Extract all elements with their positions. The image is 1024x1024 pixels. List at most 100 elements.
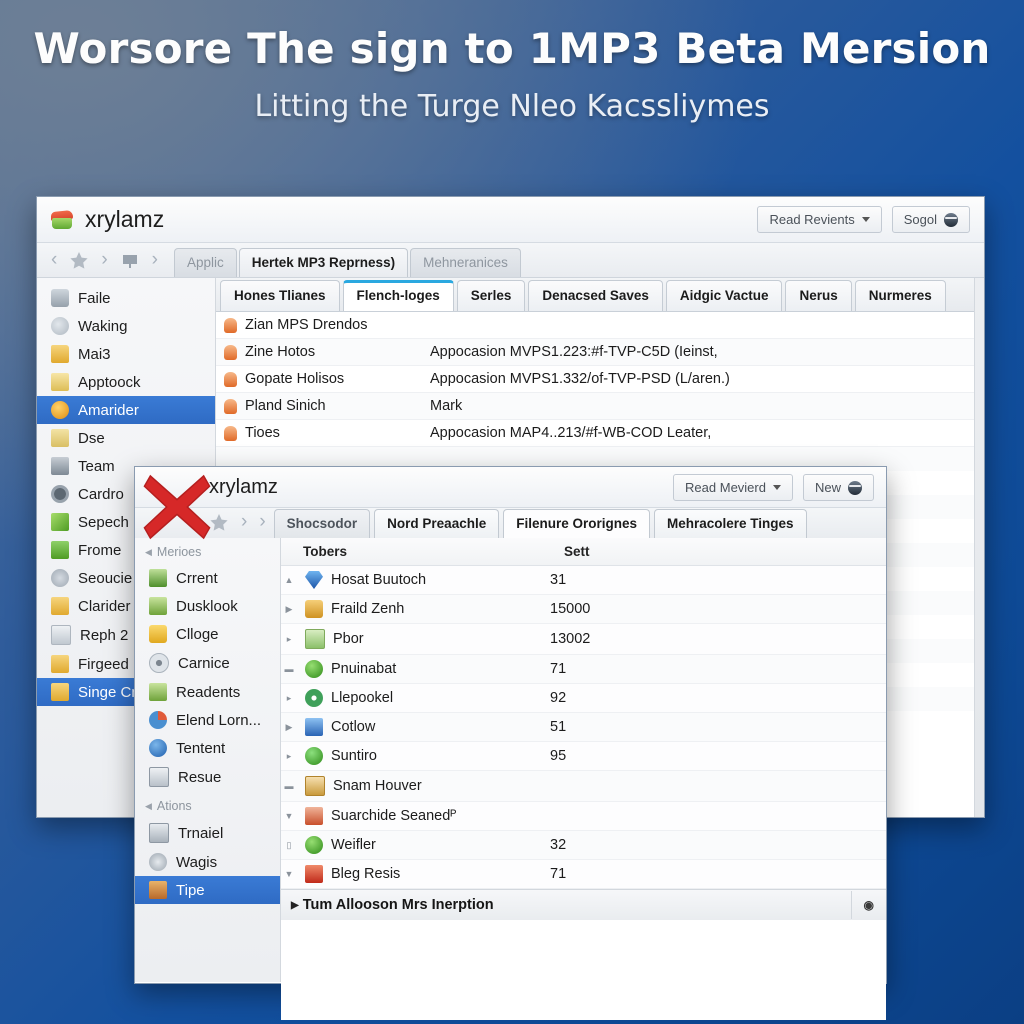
sidebar-item-dse[interactable]: Dse bbox=[37, 424, 215, 452]
chevron-right-icon[interactable]: ▶ bbox=[291, 900, 299, 911]
sidebar-item-elend-lorn[interactable]: Elend Lorn... bbox=[135, 706, 280, 734]
sidebar-item-dusklook[interactable]: Dusklook bbox=[135, 592, 280, 620]
status-gear-button[interactable]: ◉ bbox=[850, 891, 886, 919]
sidebar-item-trnaiel[interactable]: Trnaiel bbox=[135, 818, 280, 848]
sidebar-item-wagis[interactable]: Wagis bbox=[135, 848, 280, 876]
sidebar-item-faile[interactable]: Faile bbox=[37, 284, 215, 312]
leaf-icon bbox=[305, 660, 323, 678]
table-row[interactable]: ▸ Suntiro 95 bbox=[281, 742, 886, 771]
row-value: 32 bbox=[550, 837, 567, 853]
tab-mehracolere-tinges[interactable]: Mehracolere Tinges bbox=[654, 509, 807, 538]
sidebar-item-mai3[interactable]: Mai3 bbox=[37, 340, 215, 368]
table-row[interactable]: ▬ Pnuinabat 71 bbox=[281, 655, 886, 684]
home-icon[interactable] bbox=[120, 251, 140, 269]
tab-denacsed-saves[interactable]: Denacsed Saves bbox=[528, 280, 663, 311]
strip-tab-hertek[interactable]: Hertek MP3 Reprness) bbox=[238, 248, 409, 277]
row-expander[interactable]: ▸ bbox=[281, 693, 297, 704]
tab-serles[interactable]: Serles bbox=[456, 280, 526, 311]
tab-nurmeres[interactable]: Nurmeres bbox=[854, 280, 946, 311]
strip-tab-applic[interactable]: Applic bbox=[173, 248, 237, 277]
sogol-button[interactable]: Sogol bbox=[891, 206, 970, 233]
row-name: Gopate Holisos bbox=[245, 371, 345, 387]
row-name-cell: Gopate Holisos bbox=[216, 366, 422, 392]
sidebar-item-tentent[interactable]: Tentent bbox=[135, 734, 280, 762]
table-status-bar[interactable]: ▶ Tum Allooson Mrs Inerption ◉ bbox=[281, 889, 886, 920]
table-row[interactable]: Tioes Appocasion MAP4..213/#f-WB-COD Lea… bbox=[216, 420, 974, 447]
row-expander[interactable]: ▬ bbox=[281, 781, 297, 791]
table-row[interactable]: ▸ Llepookel 92 bbox=[281, 684, 886, 713]
row-expander[interactable]: ▯ bbox=[281, 840, 297, 851]
row-expander[interactable]: ▲ bbox=[281, 575, 297, 585]
row-value: 71 bbox=[550, 866, 567, 882]
sidebar-item-amarider[interactable]: Amarider bbox=[37, 396, 215, 424]
back-arrow[interactable]: ‹ bbox=[51, 249, 57, 271]
row-expander[interactable]: ▼ bbox=[281, 869, 297, 879]
tab-shocsodor[interactable]: Shocsodor bbox=[273, 509, 371, 538]
table-row[interactable]: ▬ Snam Houver bbox=[281, 771, 886, 802]
back-window-tabs: Hones Tlianes Flench-loges Serles Denacs… bbox=[216, 278, 974, 312]
table-row[interactable]: ▶ Cotlow 51 bbox=[281, 713, 886, 742]
front-window-sidebar[interactable]: ◀ Merioes Crrent Dusklook Clloge Carnice … bbox=[135, 538, 281, 982]
table-row[interactable]: Zine Hotos Appocasion MVPS1.223:#f-TVP-C… bbox=[216, 339, 974, 366]
read-mevierd-button[interactable]: Read Mevierd bbox=[673, 474, 793, 501]
row-name-cell: Pnuinabat bbox=[297, 655, 542, 683]
row-expander[interactable]: ▶ bbox=[281, 604, 297, 615]
column-header-sett[interactable]: Sett bbox=[556, 538, 598, 565]
table-row[interactable]: ▼ Bleg Resis 71 bbox=[281, 860, 886, 889]
more-arrow[interactable]: › bbox=[259, 511, 265, 533]
sidebar-group-label: Merioes bbox=[156, 545, 202, 559]
row-value: Appocasion MVPS1.332/of-TVP-PSD (L/aren.… bbox=[430, 371, 730, 387]
row-expander[interactable]: ▶ bbox=[281, 722, 297, 733]
table-row[interactable]: ▯ Weifler 32 bbox=[281, 831, 886, 860]
forward-arrow[interactable]: › bbox=[241, 511, 247, 533]
row-expander[interactable]: ▼ bbox=[281, 811, 297, 821]
back-window-scrollbar[interactable] bbox=[974, 278, 984, 817]
tab-hones-tlianes[interactable]: Hones Tlianes bbox=[220, 280, 340, 311]
person-icon bbox=[305, 807, 323, 825]
table-row[interactable]: ▲ Hosat Buutoch 31 bbox=[281, 566, 886, 595]
table-row[interactable]: ▼ Suarchide Seanedᴾ bbox=[281, 802, 886, 831]
sidebar-item-label: Dse bbox=[78, 429, 105, 447]
row-value: 71 bbox=[550, 661, 567, 677]
back-window-navbar: ‹ › › Applic Hertek MP3 Reprness) Mehner… bbox=[37, 243, 984, 278]
sidebar-item-carnice[interactable]: Carnice bbox=[135, 648, 280, 678]
more-arrow[interactable]: › bbox=[152, 249, 158, 271]
new-button[interactable]: New bbox=[802, 474, 874, 501]
sidebar-item-resue[interactable]: Resue bbox=[135, 762, 280, 792]
tab-filenure-ororignes[interactable]: Filenure Ororignes bbox=[503, 509, 650, 538]
table-row[interactable]: Pland Sinich Mark bbox=[216, 393, 974, 420]
back-window-nav-controls[interactable]: ‹ › › bbox=[37, 249, 168, 277]
forward-arrow[interactable]: › bbox=[101, 249, 107, 271]
sidebar-item-apptoock[interactable]: Apptoock bbox=[37, 368, 215, 396]
sidebar-item-tipe[interactable]: Tipe bbox=[135, 876, 280, 904]
sidebar-item-label: Clarider bbox=[78, 597, 131, 615]
table-row[interactable]: ▸ Pbor 13002 bbox=[281, 624, 886, 655]
tab-nord-preaachle[interactable]: Nord Preaachle bbox=[374, 509, 500, 538]
sidebar-item-crrent[interactable]: Crrent bbox=[135, 564, 280, 592]
table-row[interactable]: ▶ Fraild Zenh 15000 bbox=[281, 595, 886, 624]
close-x-icon[interactable] bbox=[140, 470, 214, 544]
strip-tab-mehneranices[interactable]: Mehneranices bbox=[410, 248, 521, 277]
row-expander[interactable]: ▬ bbox=[281, 664, 297, 674]
sidebar-item-readents[interactable]: Readents bbox=[135, 678, 280, 706]
note-icon bbox=[149, 625, 167, 643]
tab-nerus[interactable]: Nerus bbox=[785, 280, 852, 311]
row-expander[interactable]: ▸ bbox=[281, 751, 297, 762]
table-row[interactable]: Gopate Holisos Appocasion MVPS1.332/of-T… bbox=[216, 366, 974, 393]
favorites-star[interactable] bbox=[69, 251, 89, 269]
read-revients-button[interactable]: Read Revients bbox=[757, 206, 882, 233]
sidebar-item-clloge[interactable]: Clloge bbox=[135, 620, 280, 648]
tab-flench-loges[interactable]: Flench-loges bbox=[342, 280, 454, 311]
sidebar-item-waking[interactable]: Waking bbox=[37, 312, 215, 340]
row-expander[interactable]: ▸ bbox=[281, 634, 297, 645]
row-name-cell: Zine Hotos bbox=[216, 339, 422, 365]
column-header-tobers[interactable]: Tobers bbox=[281, 538, 556, 565]
row-name-cell: Pbor bbox=[297, 624, 542, 654]
tab-aidgic-vactue[interactable]: Aidgic Vactue bbox=[665, 280, 783, 311]
sidebar-group-ations[interactable]: ◀ Ations bbox=[135, 792, 280, 818]
card-icon bbox=[305, 776, 325, 796]
row-name-cell: Tioes bbox=[216, 420, 422, 446]
front-window[interactable]: xrylamz Read Mevierd New › › Shocsodor N… bbox=[134, 466, 887, 1020]
table-row[interactable]: Zian MPS Drendos bbox=[216, 312, 974, 339]
folder-open-icon bbox=[51, 683, 69, 701]
